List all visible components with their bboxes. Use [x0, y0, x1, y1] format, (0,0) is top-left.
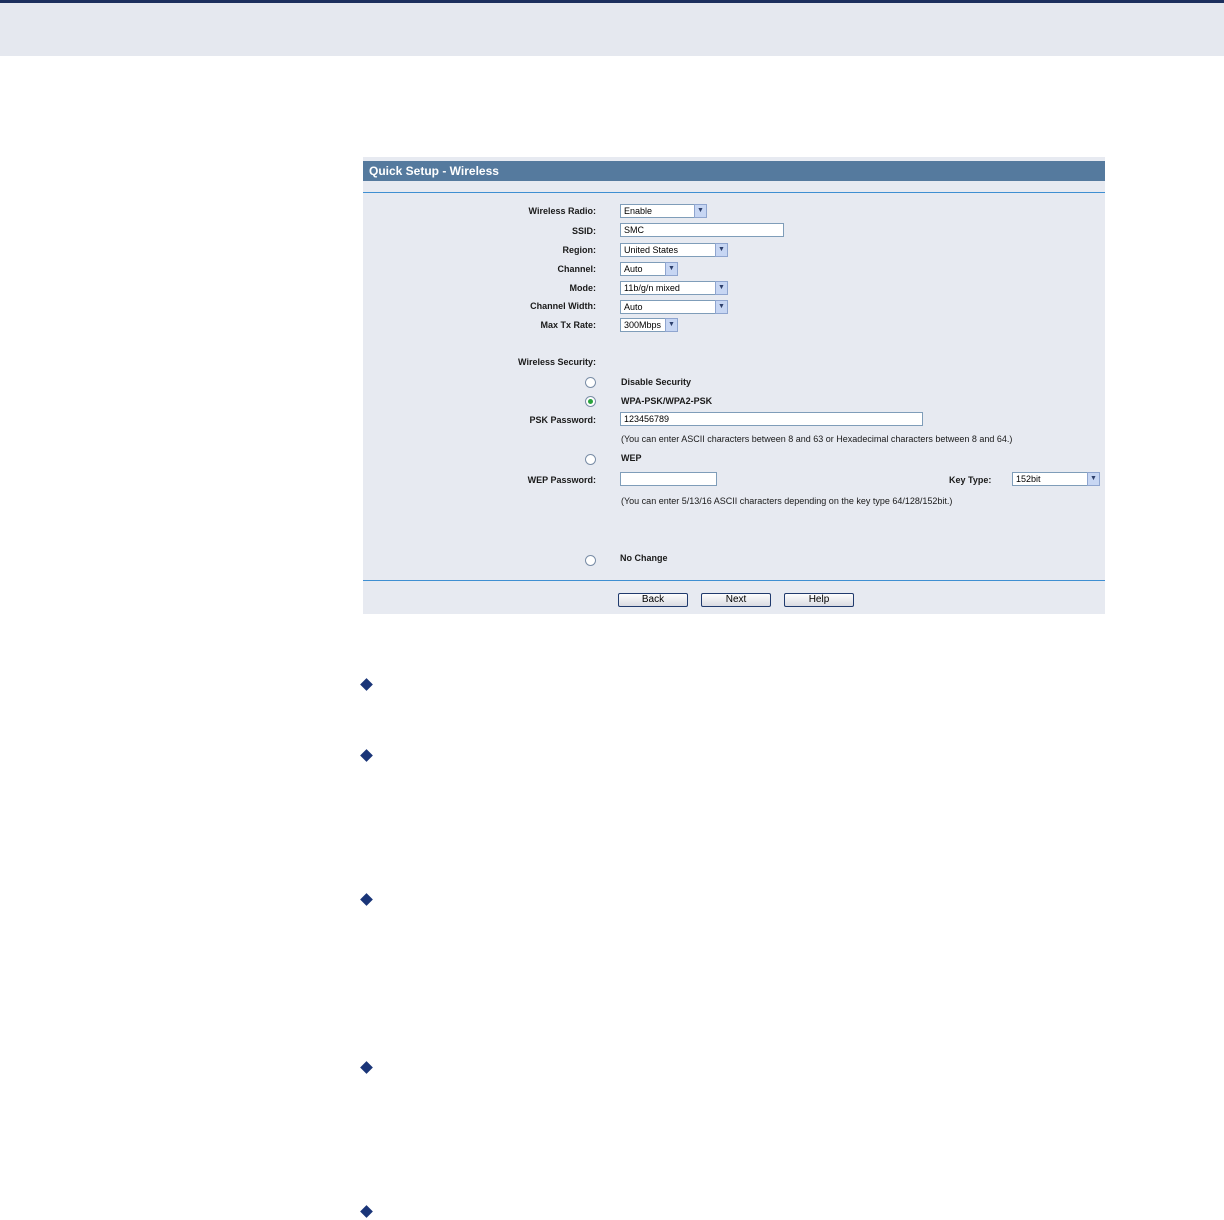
back-button[interactable]: Back — [618, 593, 688, 607]
wireless-radio-label: Wireless Radio: — [528, 206, 596, 216]
disable-security-label: Disable Security — [621, 377, 692, 387]
max-tx-rate-value: 300Mbps — [620, 318, 665, 332]
chevron-down-icon[interactable]: ▼ — [665, 262, 678, 276]
footer-divider — [363, 580, 1105, 581]
ssid-input[interactable]: SMC — [620, 223, 784, 237]
wpa-psk-radio[interactable] — [585, 396, 596, 407]
ssid-label: SSID: — [571, 226, 596, 236]
wpa-psk-label: WPA-PSK/WPA2-PSK — [621, 396, 713, 406]
channel-width-label: Channel Width: — [530, 301, 596, 311]
mode-label: Mode: — [569, 283, 597, 293]
page-header-band — [0, 0, 1224, 56]
chevron-down-icon[interactable]: ▼ — [665, 318, 678, 332]
diamond-bullet-icon — [360, 1061, 373, 1074]
diamond-bullet-icon — [360, 678, 373, 691]
region-value: United States — [620, 243, 715, 257]
wireless-radio-select[interactable]: Enable ▼ — [620, 204, 707, 218]
next-button[interactable]: Next — [701, 593, 771, 607]
disable-security-radio[interactable] — [585, 377, 596, 388]
help-button[interactable]: Help — [784, 593, 854, 607]
max-tx-rate-select[interactable]: 300Mbps ▼ — [620, 318, 678, 332]
psk-password-hint: (You can enter ASCII characters between … — [621, 434, 1013, 444]
wep-password-hint: (You can enter 5/13/16 ASCII characters … — [621, 496, 953, 506]
no-change-label: No Change — [620, 553, 668, 563]
wep-label: WEP — [621, 453, 642, 463]
region-select[interactable]: United States ▼ — [620, 243, 728, 257]
channel-label: Channel: — [557, 264, 596, 274]
wireless-security-label: Wireless Security: — [518, 357, 596, 367]
key-type-label: Key Type: — [949, 475, 992, 485]
diamond-bullet-icon — [360, 749, 373, 762]
wep-password-label: WEP Password: — [527, 475, 596, 485]
radio-selected-dot — [588, 399, 593, 404]
chevron-down-icon[interactable]: ▼ — [715, 281, 728, 295]
key-type-value: 152bit — [1012, 472, 1087, 486]
chevron-down-icon[interactable]: ▼ — [1087, 472, 1100, 486]
wep-password-input[interactable] — [620, 472, 717, 486]
key-type-select[interactable]: 152bit ▼ — [1012, 472, 1100, 486]
mode-value: 11b/g/n mixed — [620, 281, 715, 295]
channel-select[interactable]: Auto ▼ — [620, 262, 678, 276]
no-change-radio[interactable] — [585, 555, 596, 566]
title-divider — [363, 192, 1105, 193]
diamond-bullet-icon — [360, 893, 373, 906]
chevron-down-icon[interactable]: ▼ — [715, 300, 728, 314]
channel-value: Auto — [620, 262, 665, 276]
max-tx-rate-label: Max Tx Rate: — [540, 320, 596, 330]
wireless-radio-value: Enable — [620, 204, 694, 218]
channel-width-select[interactable]: Auto ▼ — [620, 300, 728, 314]
psk-password-label: PSK Password: — [529, 415, 596, 425]
mode-select[interactable]: 11b/g/n mixed ▼ — [620, 281, 728, 295]
region-label: Region: — [562, 245, 597, 255]
chevron-down-icon[interactable]: ▼ — [694, 204, 707, 218]
chevron-down-icon[interactable]: ▼ — [715, 243, 728, 257]
channel-width-value: Auto — [620, 300, 715, 314]
psk-password-input[interactable]: 123456789 — [620, 412, 923, 426]
panel-title: Quick Setup - Wireless — [363, 161, 1105, 181]
quick-setup-wireless-panel: Quick Setup - Wireless Wireless Radio: E… — [363, 157, 1105, 614]
wep-radio[interactable] — [585, 454, 596, 465]
diamond-bullet-icon — [360, 1205, 373, 1218]
